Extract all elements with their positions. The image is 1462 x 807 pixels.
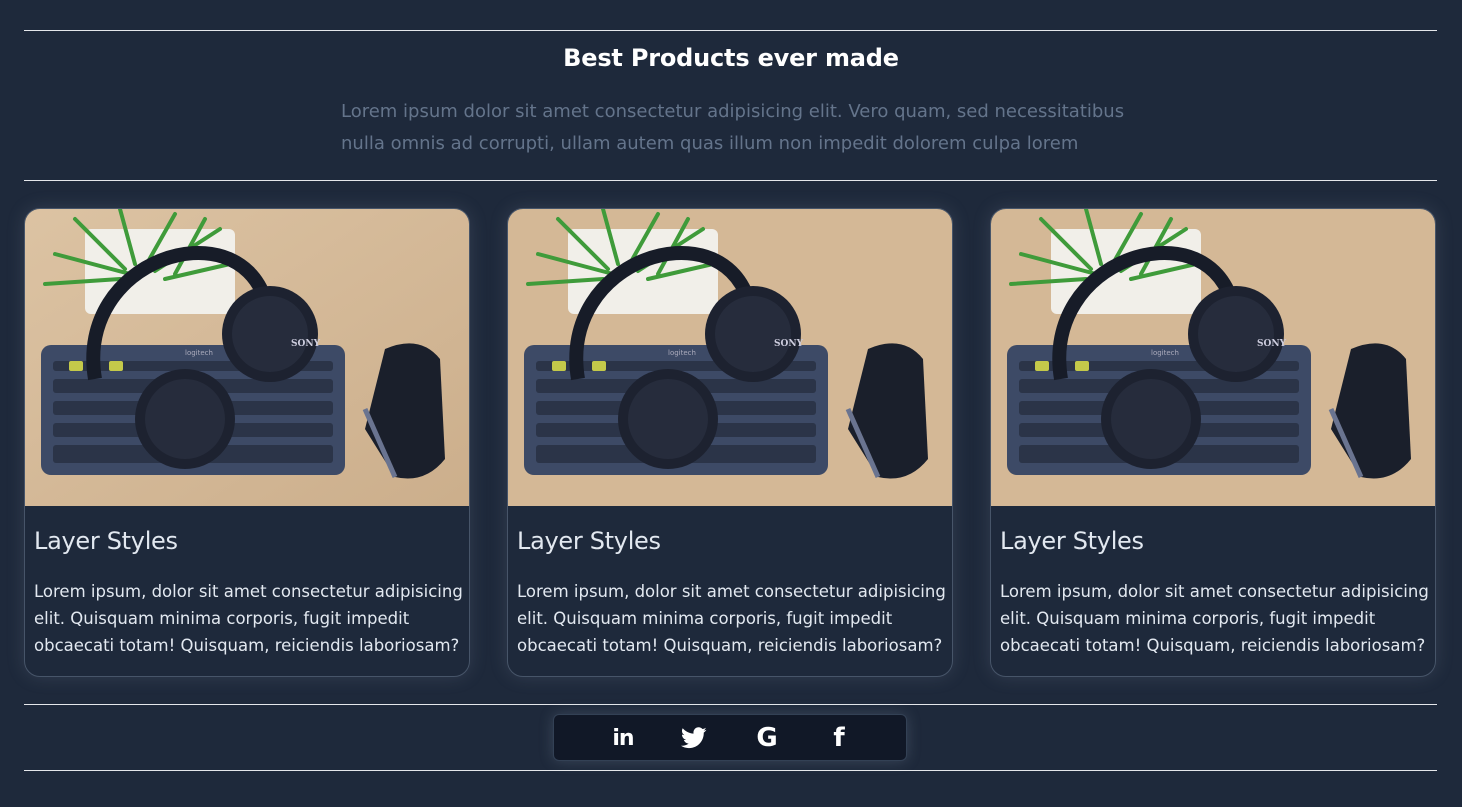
footer-divider-bottom bbox=[24, 770, 1437, 771]
product-image: logitech SONY bbox=[508, 209, 952, 506]
svg-text:logitech: logitech bbox=[668, 349, 696, 357]
card-text: Lorem ipsum, dolor sit amet consectetur … bbox=[34, 582, 463, 655]
svg-text:logitech: logitech bbox=[185, 349, 213, 357]
svg-text:SONY: SONY bbox=[291, 339, 321, 349]
page-title: Best Products ever made bbox=[563, 44, 899, 72]
product-card[interactable]: logitech SONY Layer Styles Lorem ipsum, … bbox=[507, 208, 953, 677]
svg-text:SONY: SONY bbox=[1257, 339, 1287, 349]
twitter-icon[interactable] bbox=[680, 724, 708, 752]
product-card[interactable]: logitech SONY Layer Styles Lorem ipsum, … bbox=[24, 208, 470, 677]
card-title: Layer Styles bbox=[517, 527, 661, 555]
card-text: Lorem ipsum, dolor sit amet consectetur … bbox=[517, 582, 946, 655]
footer-divider-top bbox=[24, 704, 1437, 705]
product-card[interactable]: logitech SONY Layer Styles Lorem ipsum, … bbox=[990, 208, 1436, 677]
product-image: logitech SONY bbox=[25, 209, 469, 506]
header-divider bbox=[24, 180, 1437, 181]
card-title: Layer Styles bbox=[1000, 527, 1144, 555]
google-icon[interactable]: G bbox=[753, 723, 781, 753]
page-lead-text: Lorem ipsum dolor sit amet consectetur a… bbox=[341, 101, 1125, 154]
facebook-icon[interactable]: f bbox=[825, 723, 853, 753]
card-text: Lorem ipsum, dolor sit amet consectetur … bbox=[1000, 582, 1429, 655]
top-divider bbox=[24, 30, 1437, 31]
product-image: logitech SONY bbox=[991, 209, 1435, 506]
card-title: Layer Styles bbox=[34, 527, 178, 555]
svg-text:SONY: SONY bbox=[774, 339, 804, 349]
linkedin-icon[interactable]: in bbox=[609, 724, 637, 752]
svg-text:logitech: logitech bbox=[1151, 349, 1179, 357]
social-links-bar: in G f bbox=[553, 714, 907, 761]
